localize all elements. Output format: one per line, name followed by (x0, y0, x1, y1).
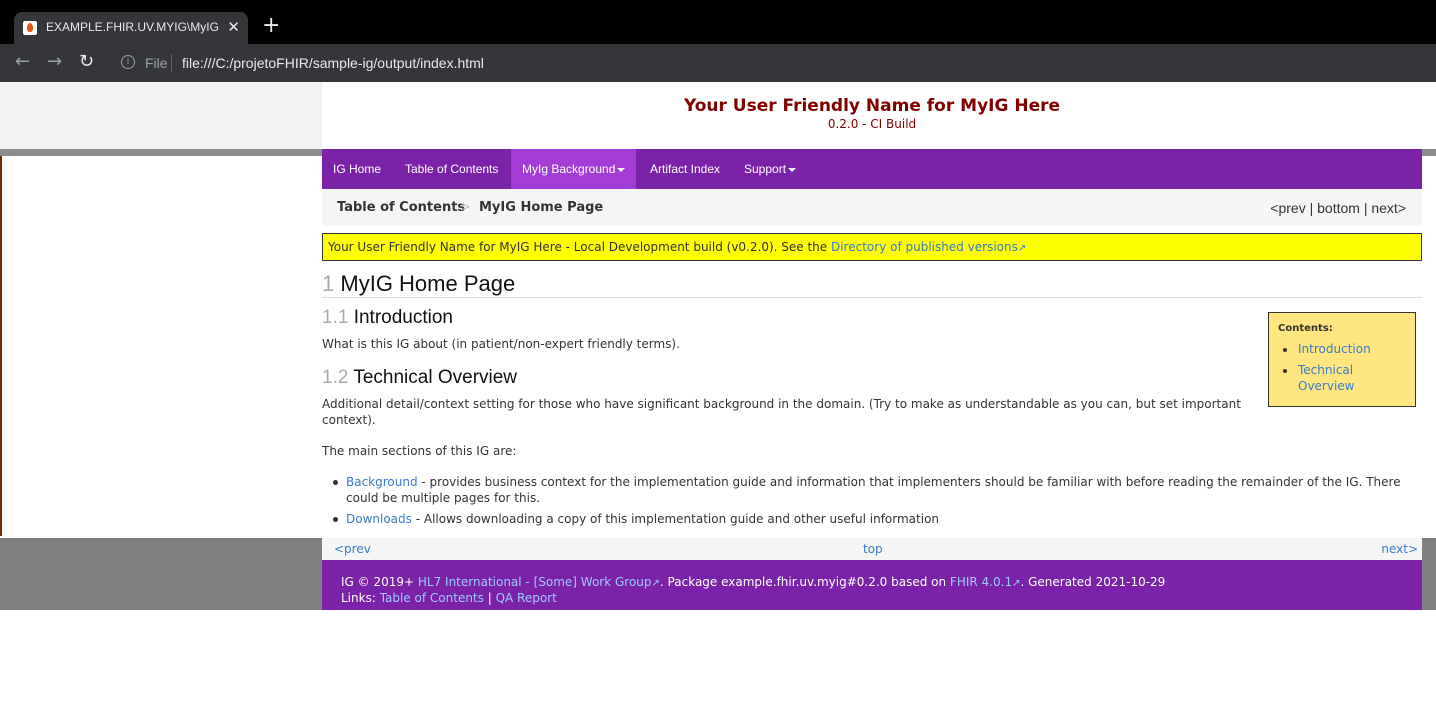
close-tab-icon[interactable]: ✕ (227, 18, 240, 36)
heading-number: 1 (322, 271, 335, 296)
info-icon[interactable]: i (121, 55, 135, 69)
url-scheme-label[interactable]: File (145, 55, 168, 71)
overview-text-line2: context). (322, 413, 376, 427)
tab-title: EXAMPLE.FHIR.UV.MYIG\MyIG Home (46, 20, 221, 34)
page-nav: <prev | bottom | next> (1270, 200, 1406, 216)
background-link[interactable]: Background (346, 475, 418, 489)
external-link-icon: ↗ (1017, 243, 1027, 254)
page-viewport: Your User Friendly Name for MyIG Here 0.… (0, 82, 1436, 719)
browser-toolbar: ← → ↻ i File file:///C:/projetoFHIR/samp… (0, 44, 1436, 82)
ig-subtitle: 0.2.0 - CI Build (827, 117, 917, 131)
section-title: Introduction (353, 307, 453, 328)
contents-box: Contents: Introduction Technical Overvie… (1268, 312, 1416, 407)
toc-technical-link[interactable]: Technical (1298, 362, 1353, 378)
footer-line2: Links: Table of Contents | QA Report (341, 590, 557, 606)
footer-copyright: IG © 2019+ (341, 575, 418, 589)
list-item: Background - provides business context f… (346, 474, 1401, 490)
published-versions-link[interactable]: Directory of published versions (831, 240, 1018, 254)
hl7-workgroup-link[interactable]: HL7 International - [Some] Work Group (418, 575, 652, 589)
nav-separator: | (1363, 200, 1368, 216)
fhir-version-link[interactable]: FHIR 4.0.1 (950, 575, 1012, 589)
list-item-text: - provides business context for the impl… (417, 475, 1401, 489)
toc-overview-link[interactable]: Overview (1298, 378, 1355, 394)
overview-text-line1: Additional detail/context setting for th… (322, 397, 1241, 411)
nav-myig-background[interactable]: MyIg Background (511, 149, 637, 189)
nav-support[interactable]: Support (733, 149, 807, 189)
page-footer: IG © 2019+ HL7 International - [Some] Wo… (322, 560, 1422, 610)
nav-table-of-contents[interactable]: Table of Contents (394, 149, 509, 189)
dropdown-caret-icon (788, 167, 797, 172)
next-link[interactable]: next> (1371, 200, 1406, 216)
footer-generated: . Generated 2021-10-29 (1020, 575, 1166, 589)
address-bar[interactable]: file:///C:/projetoFHIR/sample-ig/output/… (182, 55, 484, 71)
build-banner: Your User Friendly Name for MyIG Here - … (322, 233, 1422, 261)
main-sections-intro: The main sections of this IG are: (322, 444, 517, 458)
forward-arrow-icon[interactable]: → (47, 52, 62, 72)
heading-text: MyIG Home Page (340, 271, 516, 296)
list-item: Downloads - Allows downloading a copy of… (346, 511, 939, 527)
pager: <prev top next> (322, 538, 1422, 560)
section-title: Technical Overview (353, 367, 518, 388)
list-item-text: - Allows downloading a copy of this impl… (411, 512, 940, 526)
dropdown-caret-icon (617, 167, 626, 172)
fhir-flame-icon (23, 21, 37, 35)
banner-text: Your User Friendly Name for MyIG Here - … (328, 240, 831, 254)
nav-ig-home[interactable]: IG Home (322, 149, 392, 189)
introduction-text: What is this IG about (in patient/non-ex… (322, 337, 680, 351)
left-edge-line (0, 156, 2, 536)
list-bullet (333, 517, 338, 522)
browser-tabstrip: EXAMPLE.FHIR.UV.MYIG\MyIG Home ✕ + (0, 0, 1436, 44)
breadcrumb-toc[interactable]: Table of Contents (337, 200, 465, 215)
footer-separator: | (483, 591, 496, 605)
breadcrumb-separator: > (460, 200, 471, 215)
nav-separator: | (1309, 200, 1314, 216)
qa-report-link[interactable]: QA Report (496, 591, 557, 605)
section-introduction: 1.1 Introduction (322, 307, 453, 329)
pager-next-link[interactable]: next> (1381, 542, 1418, 556)
prev-link[interactable]: <prev (1270, 200, 1305, 216)
breadcrumb-current: MyIG Home Page (479, 200, 604, 215)
breadcrumb: Table of Contents > MyIG Home Page <prev… (322, 189, 1422, 226)
page-heading: 1 MyIG Home Page (322, 271, 1422, 298)
list-item-continuation: could be multiple pages for this. (346, 491, 541, 505)
section-number: 1.2 (322, 367, 349, 388)
main-navbar: IG Home Table of Contents MyIg Backgroun… (322, 149, 1422, 189)
back-arrow-icon[interactable]: ← (15, 52, 30, 72)
pager-top-link[interactable]: top (863, 542, 883, 556)
url-divider (171, 54, 172, 72)
section-number: 1.1 (322, 307, 349, 328)
pager-prev-link[interactable]: <prev (334, 542, 371, 556)
contents-heading: Contents: (1278, 323, 1333, 334)
external-link-icon: ↗ (651, 578, 660, 589)
nav-support-label: Support (744, 162, 787, 176)
downloads-link[interactable]: Downloads (346, 512, 412, 526)
footer-links-label: Links: (341, 591, 380, 605)
list-bullet (333, 480, 338, 485)
ig-title: Your User Friendly Name for MyIG Here (683, 96, 1061, 116)
toc-introduction-link[interactable]: Introduction (1298, 341, 1371, 357)
nav-artifact-index[interactable]: Artifact Index (639, 149, 731, 189)
toc-bullet (1283, 348, 1287, 352)
new-tab-button[interactable]: + (262, 14, 280, 38)
toc-bullet (1283, 369, 1287, 373)
bottom-link[interactable]: bottom (1317, 200, 1360, 216)
nav-myig-background-label: MyIg Background (522, 162, 616, 176)
footer-toc-link[interactable]: Table of Contents (380, 591, 484, 605)
section-technical-overview: 1.2 Technical Overview (322, 367, 517, 389)
reload-icon[interactable]: ↻ (79, 52, 94, 72)
footer-package: . Package example.fhir.uv.myig#0.2.0 bas… (659, 575, 950, 589)
left-margin (0, 82, 322, 149)
browser-tab[interactable]: EXAMPLE.FHIR.UV.MYIG\MyIG Home ✕ (14, 12, 248, 44)
